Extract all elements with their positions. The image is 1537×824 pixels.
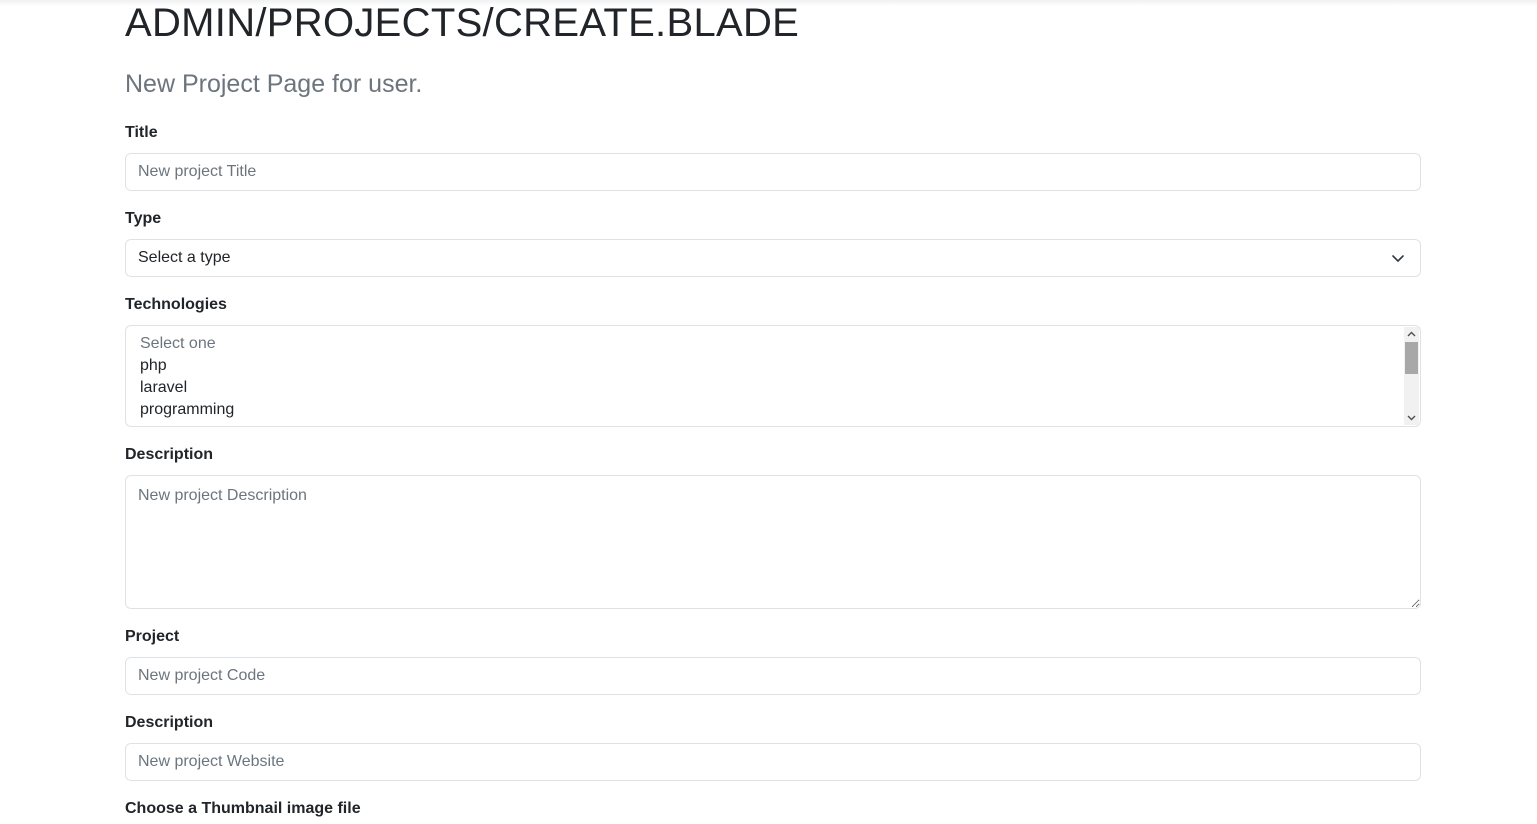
thumbnail-label: Choose a Thumbnail image file xyxy=(125,800,361,817)
page-subtitle: New Project Page for user. xyxy=(125,70,423,98)
project-code-input[interactable] xyxy=(125,657,1421,695)
technologies-scrollbar[interactable] xyxy=(1404,327,1419,425)
website-input[interactable] xyxy=(125,743,1421,781)
technologies-select[interactable]: Select one php laravel programming xyxy=(125,325,1421,427)
technologies-option[interactable]: php xyxy=(140,355,167,377)
type-select[interactable]: Select a type xyxy=(125,239,1421,277)
scrollbar-thumb[interactable] xyxy=(1405,342,1418,374)
title-label: Title xyxy=(125,124,158,141)
page-title: ADMIN/PROJECTS/CREATE.BLADE xyxy=(125,1,800,45)
scroll-up-arrow-icon[interactable] xyxy=(1404,327,1419,341)
description-textarea[interactable] xyxy=(125,475,1421,609)
chevron-down-icon xyxy=(1392,255,1404,262)
scroll-down-arrow-icon[interactable] xyxy=(1404,411,1419,425)
technologies-option[interactable]: laravel xyxy=(140,377,187,399)
title-input[interactable] xyxy=(125,153,1421,191)
technologies-option[interactable]: programming xyxy=(140,399,234,421)
project-label: Project xyxy=(125,628,180,645)
website-label: Description xyxy=(125,714,214,731)
description-label: Description xyxy=(125,446,214,463)
type-select-value: Select a type xyxy=(138,249,231,266)
technologies-option[interactable]: Select one xyxy=(140,333,216,355)
technologies-label: Technologies xyxy=(125,296,227,313)
type-label: Type xyxy=(125,210,162,227)
